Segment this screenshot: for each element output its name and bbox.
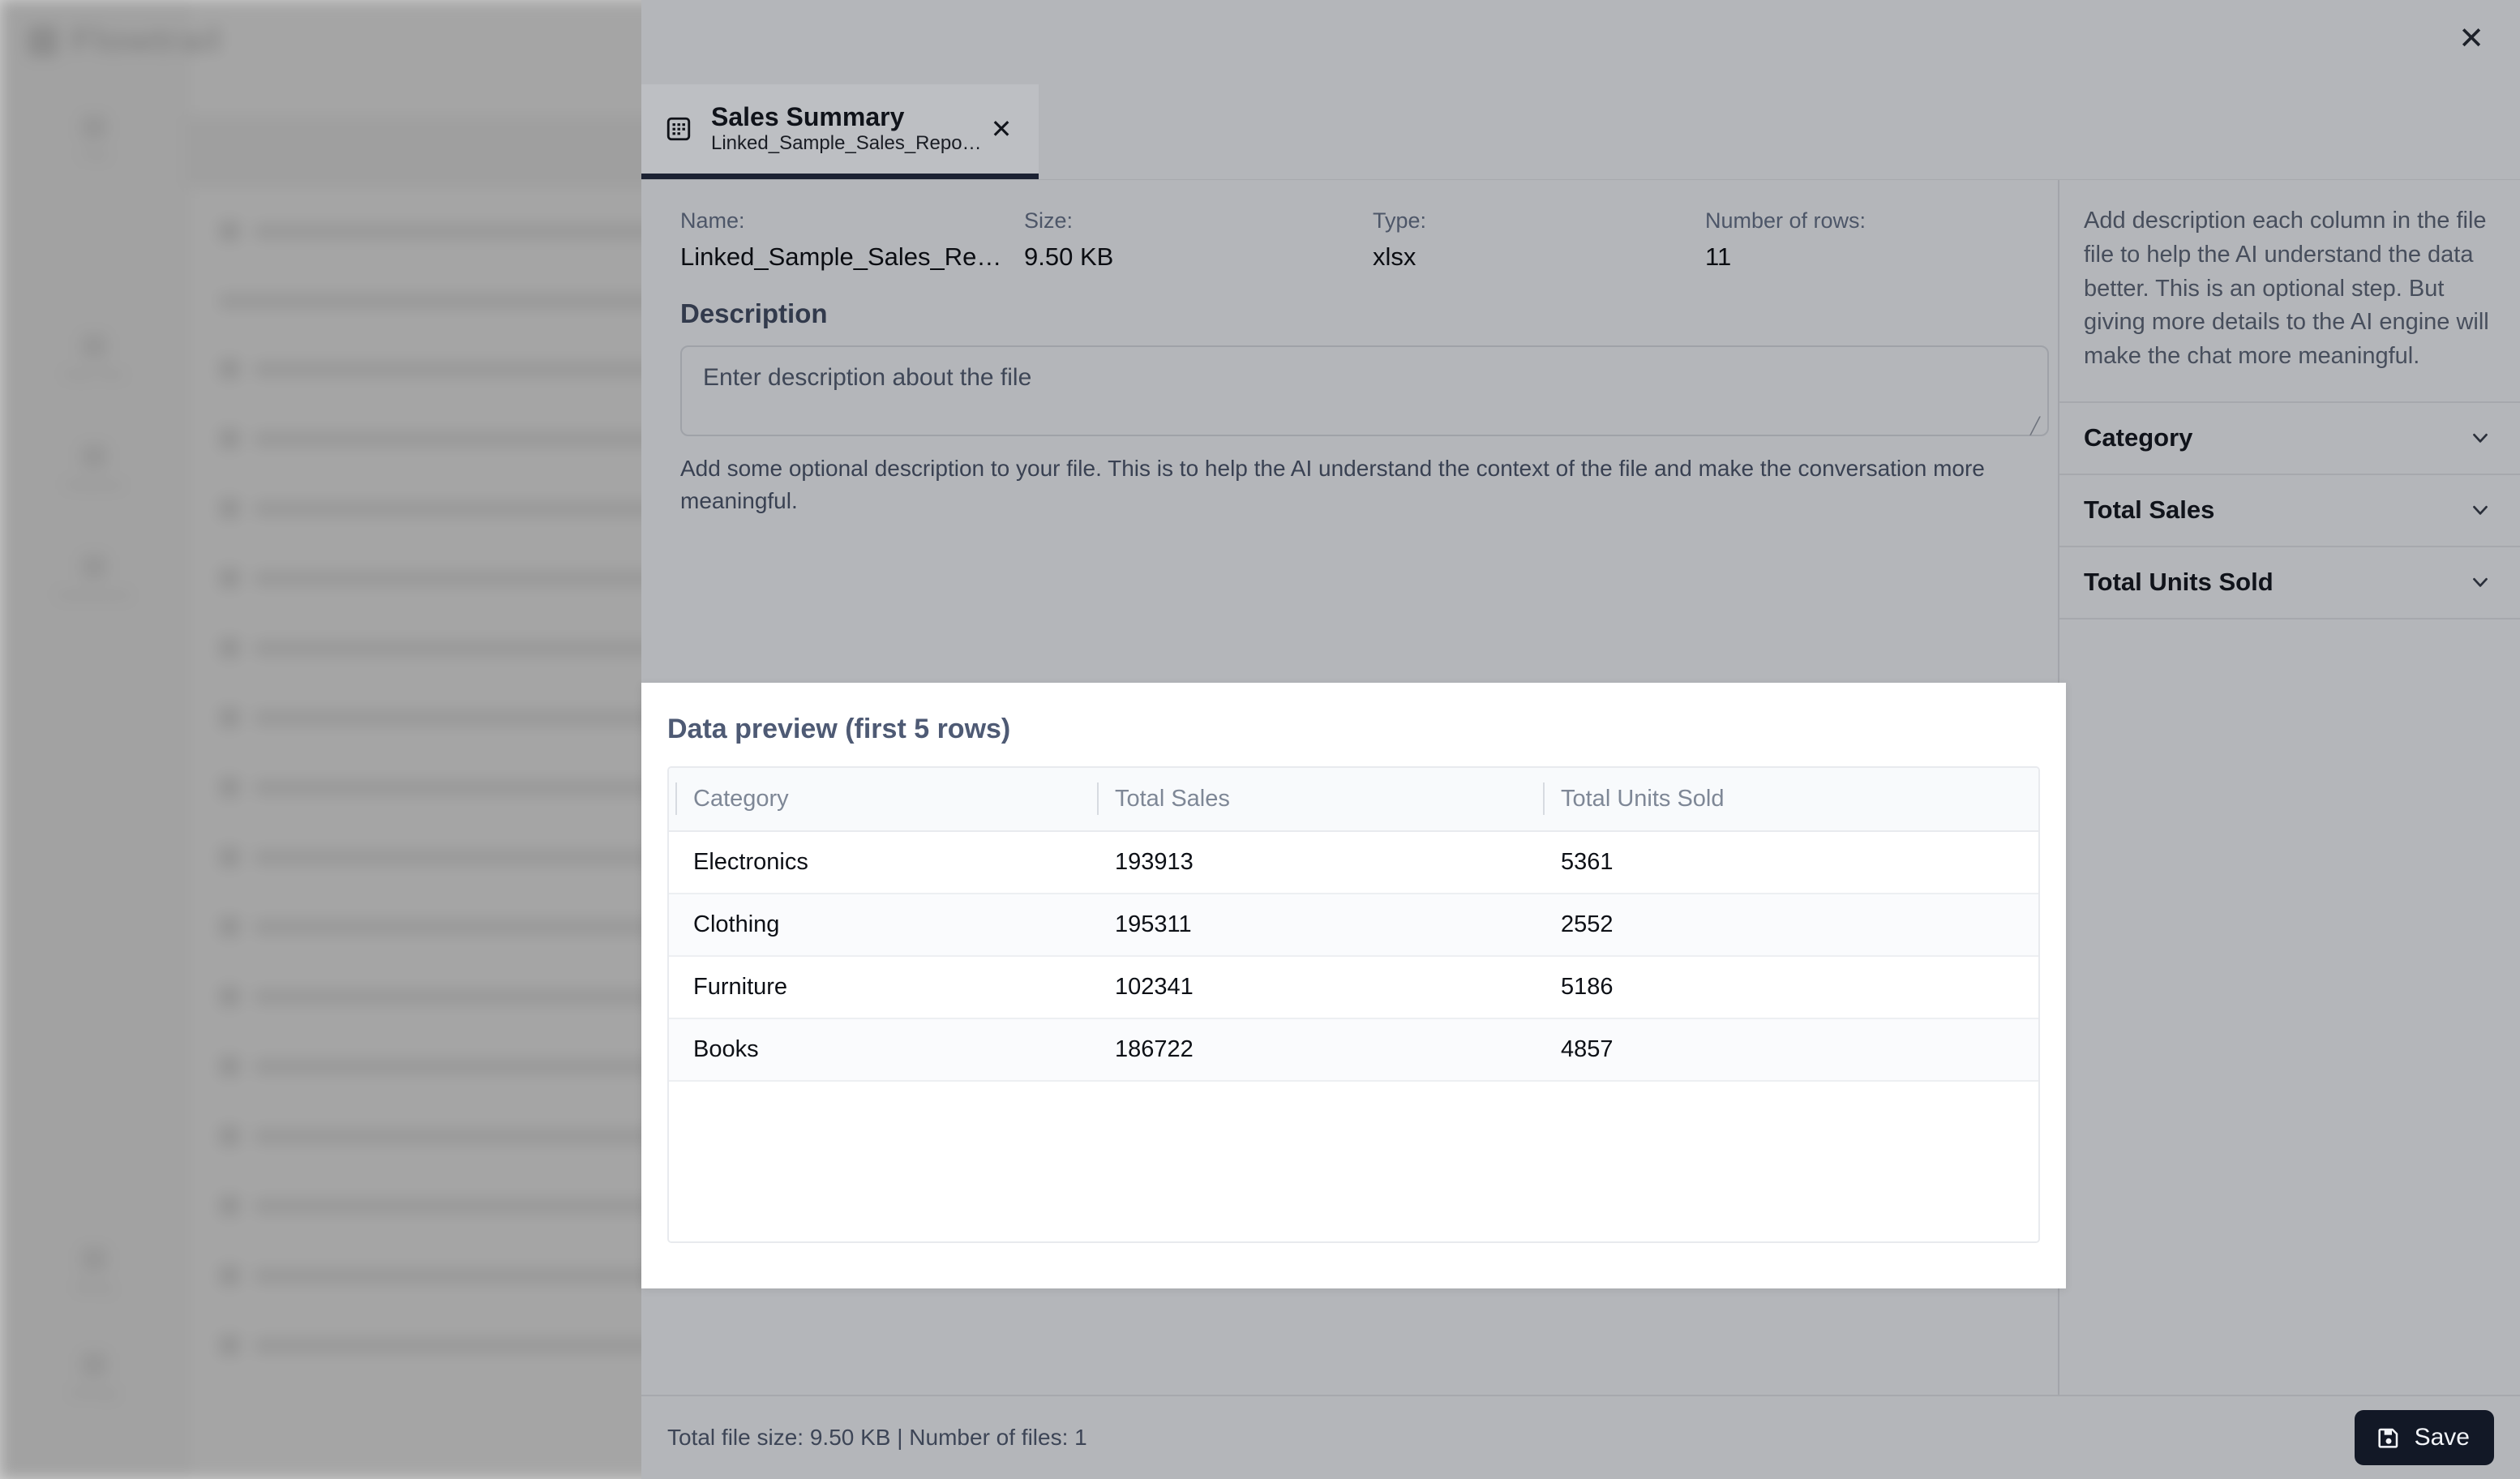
table-body: Electronics 193913 5361 Clothing 195311 … xyxy=(669,831,2038,1082)
meta-type: Type: xlsx xyxy=(1373,208,1705,271)
table-empty-space xyxy=(669,1082,2038,1241)
meta-rows-value: 11 xyxy=(1705,242,1732,271)
cell-category: Books xyxy=(669,1018,1091,1082)
meta-name: Name: Linked_Sample_Sales_Repo… xyxy=(680,208,1024,271)
cell-total-units: 4857 xyxy=(1536,1018,2038,1082)
tab-subtitle: Linked_Sample_Sales_Repo… xyxy=(711,131,982,154)
table-header-row: Category Total Sales Total Units Sold xyxy=(669,768,2038,832)
save-button[interactable]: Save xyxy=(2354,1410,2494,1465)
data-preview-card: Data preview (first 5 rows) Category Tot… xyxy=(641,683,2066,1288)
meta-type-label: Type: xyxy=(1373,208,1427,233)
chevron-down-icon xyxy=(2468,570,2492,594)
column-header-total-sales[interactable]: Total Sales xyxy=(1091,768,1536,832)
footer-status-text: Total file size: 9.50 KB | Number of fil… xyxy=(667,1425,1087,1450)
table-row: Furniture 102341 5186 xyxy=(669,956,2038,1019)
cell-category: Clothing xyxy=(669,894,1091,957)
cell-total-units: 5361 xyxy=(1536,831,2038,894)
accordion-label: Category xyxy=(2084,423,2193,452)
meta-rows-label: Number of rows: xyxy=(1705,208,1866,233)
data-preview-table-wrapper: Category Total Sales Total Units Sold El… xyxy=(667,766,2040,1243)
table-head: Category Total Sales Total Units Sold xyxy=(669,768,2038,832)
meta-size-value: 9.50 KB xyxy=(1024,242,1114,271)
meta-name-label: Name: xyxy=(680,208,745,233)
accordion-total-units-sold[interactable]: Total Units Sold xyxy=(2059,547,2520,619)
chevron-down-icon xyxy=(2468,498,2492,522)
meta-type-value: xlsx xyxy=(1373,242,1416,271)
tab-text: Sales Summary Linked_Sample_Sales_Repo… xyxy=(711,102,982,155)
table-row: Electronics 193913 5361 xyxy=(669,831,2038,894)
cell-total-sales: 195311 xyxy=(1091,894,1536,957)
file-details-modal: ✕ Sales Summary Linked_Sample_Sales_Repo… xyxy=(641,0,2520,1479)
data-preview-title: Data preview (first 5 rows) xyxy=(667,714,1011,744)
cell-total-units: 2552 xyxy=(1536,894,2038,957)
column-description-pane: Add description each column in the file … xyxy=(2058,180,2520,1395)
cell-category: Furniture xyxy=(669,956,1091,1019)
cell-total-sales: 193913 xyxy=(1091,831,1536,894)
tab-title: Sales Summary xyxy=(711,102,905,132)
file-tabs: Sales Summary Linked_Sample_Sales_Repo… … xyxy=(641,84,2520,179)
accordion-label: Total Sales xyxy=(2084,495,2215,525)
spreadsheet-icon xyxy=(664,114,693,144)
save-button-label: Save xyxy=(2414,1424,2470,1451)
tab-sales-summary[interactable]: Sales Summary Linked_Sample_Sales_Repo… … xyxy=(641,84,1039,179)
file-detail-pane: Name: Linked_Sample_Sales_Repo… Size: 9.… xyxy=(641,180,2066,1395)
table-row: Books 186722 4857 xyxy=(669,1018,2038,1082)
cell-total-units: 5186 xyxy=(1536,956,2038,1019)
meta-rows: Number of rows: 11 xyxy=(1705,208,2022,271)
description-help-text: Add some optional description to your fi… xyxy=(680,455,1985,514)
column-header-category[interactable]: Category xyxy=(669,768,1091,832)
column-description-help-text: Add description each column in the file … xyxy=(2059,180,2520,403)
meta-size-label: Size: xyxy=(1024,208,1074,233)
data-preview-table: Category Total Sales Total Units Sold El… xyxy=(669,768,2038,1082)
save-disk-icon xyxy=(2376,1425,2402,1451)
description-label: Description xyxy=(680,298,828,328)
tab-close-icon[interactable]: ✕ xyxy=(985,113,1018,145)
modal-body: Name: Linked_Sample_Sales_Repo… Size: 9.… xyxy=(641,179,2520,1395)
cell-total-sales: 186722 xyxy=(1091,1018,1536,1082)
chevron-down-icon xyxy=(2468,426,2492,450)
meta-name-value: Linked_Sample_Sales_Repo… xyxy=(680,242,1024,271)
close-icon[interactable]: ✕ xyxy=(2452,19,2491,58)
column-header-total-units-sold[interactable]: Total Units Sold xyxy=(1536,768,2038,832)
modal-footer: Total file size: 9.50 KB | Number of fil… xyxy=(641,1395,2520,1479)
table-row: Clothing 195311 2552 xyxy=(669,894,2038,957)
accordion-category[interactable]: Category xyxy=(2059,403,2520,475)
cell-total-sales: 102341 xyxy=(1091,956,1536,1019)
file-meta-row: Name: Linked_Sample_Sales_Repo… Size: 9.… xyxy=(680,208,2022,271)
description-input[interactable]: Enter description about the file ╱ xyxy=(680,345,2049,436)
meta-size: Size: 9.50 KB xyxy=(1024,208,1373,271)
modal-topbar: ✕ xyxy=(641,0,2520,84)
accordion-label: Total Units Sold xyxy=(2084,568,2274,597)
accordion-total-sales[interactable]: Total Sales xyxy=(2059,475,2520,547)
resize-handle-icon[interactable]: ╱ xyxy=(2030,418,2043,435)
description-placeholder: Enter description about the file xyxy=(703,363,1032,391)
cell-category: Electronics xyxy=(669,831,1091,894)
